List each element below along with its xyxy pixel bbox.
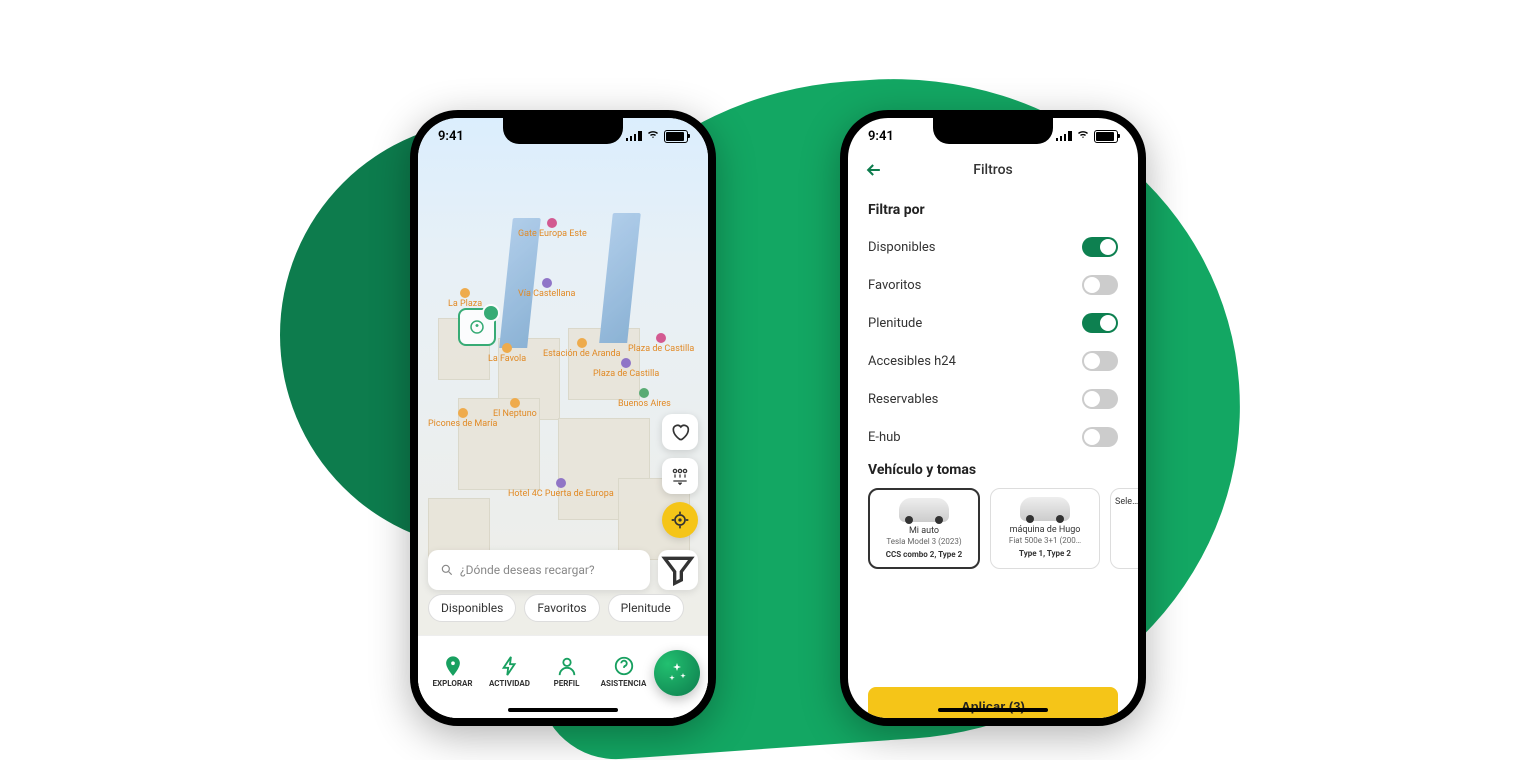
tab-perfil[interactable]: PERFIL: [538, 655, 595, 688]
filter-icon: [658, 550, 698, 590]
vehicle-cards[interactable]: Mi auto Tesla Model 3 (2023) CCS combo 2…: [868, 488, 1118, 569]
toggle-row-ehub: E-hub: [868, 418, 1118, 456]
bolt-icon: [499, 655, 521, 677]
search-icon: [440, 563, 454, 577]
car-icon: [1020, 497, 1070, 521]
poi-laplaza[interactable]: La Plaza: [448, 288, 482, 309]
toggle-ehub[interactable]: [1082, 427, 1118, 447]
charger-pin[interactable]: [458, 308, 496, 346]
phone-explore: 9:41 Gate Europa Este La Plaza Vía Caste…: [410, 110, 716, 726]
car-icon: [899, 498, 949, 522]
charger-count-badge: [482, 304, 500, 322]
help-icon: [613, 655, 635, 677]
toggle-plenitude[interactable]: [1082, 313, 1118, 333]
vehicle-card-more[interactable]: Sele…: [1110, 488, 1138, 569]
signal-icon: [626, 131, 642, 141]
tab-asistencia[interactable]: ASISTENCIA: [595, 655, 652, 688]
poi-hotel4c[interactable]: Hotel 4C Puerta de Europa: [508, 478, 614, 499]
battery-icon: [664, 130, 688, 143]
home-indicator: [938, 708, 1048, 712]
chip-disponibles[interactable]: Disponibles: [428, 594, 516, 622]
favorites-button[interactable]: [662, 414, 698, 450]
filter-button[interactable]: [658, 550, 698, 590]
toggle-row-reservables: Reservables: [868, 380, 1118, 418]
toggle-label: Reservables: [868, 392, 938, 407]
toggle-reservables[interactable]: [1082, 389, 1118, 409]
toggle-label: Favoritos: [868, 278, 921, 293]
back-button[interactable]: [864, 160, 884, 180]
toggle-label: Disponibles: [868, 240, 936, 255]
toggle-row-disponibles: Disponibles: [868, 228, 1118, 266]
toggle-row-plenitude: Plenitude: [868, 304, 1118, 342]
toggle-label: Accesibles h24: [868, 354, 956, 369]
poi-gate[interactable]: Gate Europa Este: [518, 218, 587, 239]
tab-explorar[interactable]: EXPLORAR: [424, 655, 481, 688]
chip-plenitude[interactable]: Plenitude: [608, 594, 684, 622]
vehicle-card-mi-auto[interactable]: Mi auto Tesla Model 3 (2023) CCS combo 2…: [868, 488, 980, 569]
poi-favola[interactable]: La Favola: [488, 343, 526, 364]
vehicle-card-hugo[interactable]: máquina de Hugo Fiat 500e 3+1 (200… Type…: [990, 488, 1100, 569]
toggle-label: E-hub: [868, 430, 901, 445]
filter-chips: Disponibles Favoritos Plenitude: [428, 594, 698, 622]
toggle-row-favoritos: Favoritos: [868, 266, 1118, 304]
search-input[interactable]: ¿Dónde deseas recargar?: [428, 550, 650, 590]
phone-filters: 9:41 Filtros Filtra por Disponibles: [840, 110, 1146, 726]
section-filter-by: Filtra por: [868, 202, 1118, 218]
home-indicator: [508, 708, 618, 712]
poi-castellana[interactable]: Vía Castellana: [518, 278, 575, 299]
locate-button[interactable]: [662, 502, 698, 538]
toggle-accesibles[interactable]: [1082, 351, 1118, 371]
status-time: 9:41: [868, 129, 894, 144]
poi-neptuno[interactable]: El Neptuno: [493, 398, 537, 419]
toggle-disponibles[interactable]: [1082, 237, 1118, 257]
apply-button[interactable]: Aplicar (3): [868, 687, 1118, 718]
tab-actividad[interactable]: ACTIVIDAD: [481, 655, 538, 688]
toggle-favoritos[interactable]: [1082, 275, 1118, 295]
search-placeholder: ¿Dónde deseas recargar?: [460, 563, 595, 577]
user-icon: [556, 655, 578, 677]
fab-sparkle[interactable]: [654, 650, 700, 696]
toggle-row-accesibles: Accesibles h24: [868, 342, 1118, 380]
battery-icon: [1094, 130, 1118, 143]
arrow-left-icon: [864, 160, 884, 180]
chip-favoritos[interactable]: Favoritos: [524, 594, 599, 622]
toggle-label: Plenitude: [868, 316, 922, 331]
signal-icon: [1056, 131, 1072, 141]
poi-buenosaires[interactable]: Buenos Aires: [618, 388, 671, 409]
notch: [503, 118, 623, 144]
notch: [933, 118, 1053, 144]
map-pin-icon: [442, 655, 464, 677]
page-title: Filtros: [973, 162, 1012, 178]
poi-plazacastilla-metro[interactable]: Plaza de Castilla: [628, 333, 694, 354]
wifi-icon: [646, 128, 660, 144]
poi-aranda[interactable]: Estación de Aranda: [543, 338, 621, 359]
poi-picones[interactable]: Picones de María: [428, 408, 497, 429]
section-vehicle: Vehículo y tomas: [868, 462, 1118, 478]
layers-button[interactable]: [662, 458, 698, 494]
sparkle-icon: [665, 661, 689, 685]
wifi-icon: [1076, 128, 1090, 144]
poi-plazacastilla[interactable]: Plaza de Castilla: [593, 358, 659, 379]
filters-header: Filtros: [848, 154, 1138, 186]
status-time: 9:41: [438, 129, 464, 144]
